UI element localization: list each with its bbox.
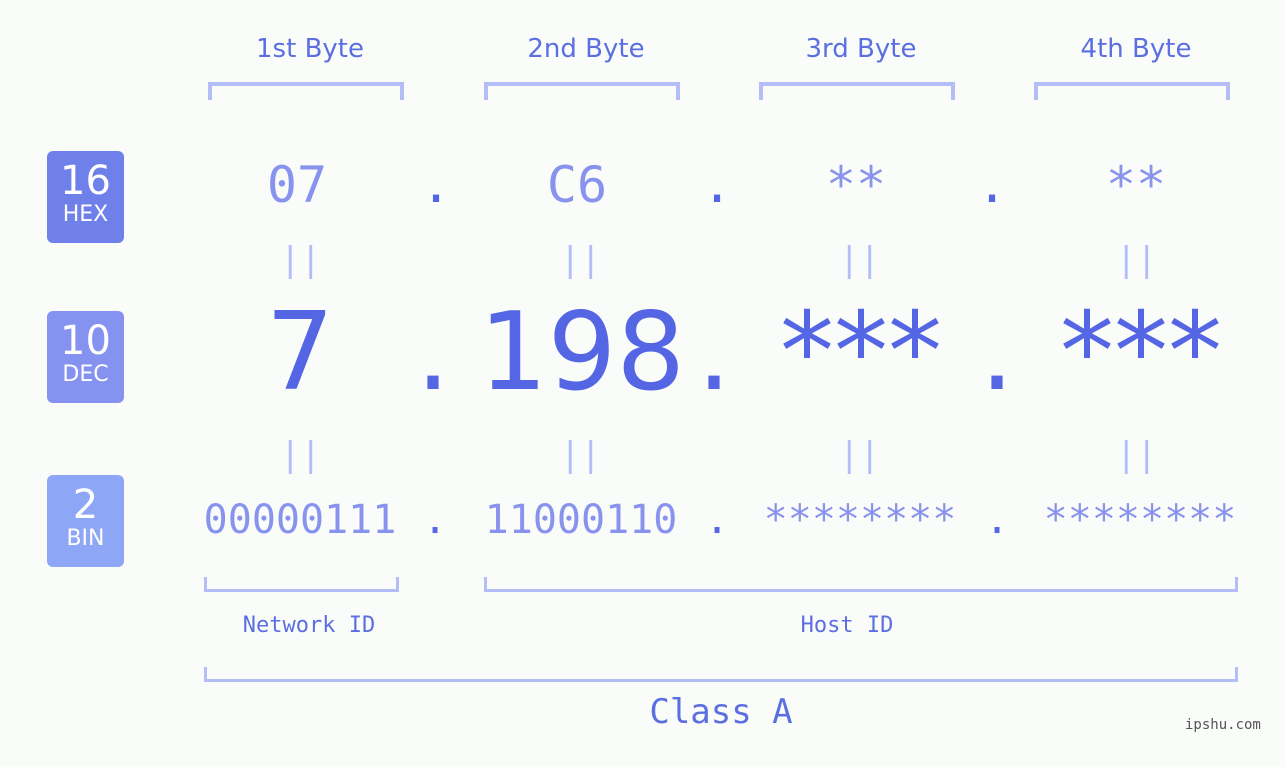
byte-header-3: 3rd Byte xyxy=(805,34,917,64)
hex-badge-label: HEX xyxy=(62,202,109,227)
host-id-label: Host ID xyxy=(800,613,894,638)
equals-dec-bin-4: || xyxy=(1116,435,1157,475)
byte-header-4: 4th Byte xyxy=(1080,34,1192,64)
byte-header-2: 2nd Byte xyxy=(527,34,645,64)
hex-badge: 16 HEX xyxy=(47,151,124,243)
equals-hex-dec-1: || xyxy=(280,240,321,280)
equals-dec-bin-3: || xyxy=(839,435,880,475)
equals-hex-dec-4: || xyxy=(1116,240,1157,280)
network-id-bracket xyxy=(204,577,399,592)
class-bracket xyxy=(204,667,1238,682)
equals-dec-bin-2: || xyxy=(560,435,601,475)
bin-badge: 2 BIN xyxy=(47,475,124,567)
byte-bracket-4 xyxy=(1034,82,1230,100)
dec-badge: 10 DEC xyxy=(47,311,124,403)
byte-bracket-3 xyxy=(759,82,955,100)
byte-bracket-2 xyxy=(484,82,680,100)
equals-dec-bin-1: || xyxy=(280,435,321,475)
hex-byte-4: ** xyxy=(1105,156,1167,214)
watermark: ipshu.com xyxy=(1185,717,1261,733)
byte-header-1: 1st Byte xyxy=(256,34,364,64)
dec-badge-label: DEC xyxy=(62,362,109,387)
bin-badge-label: BIN xyxy=(66,526,105,551)
dec-badge-number: 10 xyxy=(60,318,111,364)
byte-bracket-1 xyxy=(208,82,404,100)
bin-byte-4: ******** xyxy=(1043,497,1237,543)
class-label: Class A xyxy=(649,692,793,732)
dec-byte-4: *** xyxy=(1060,290,1222,415)
equals-hex-dec-3: || xyxy=(839,240,880,280)
hex-badge-number: 16 xyxy=(60,158,111,204)
network-id-label: Network ID xyxy=(242,613,376,638)
equals-hex-dec-2: || xyxy=(560,240,601,280)
bin-badge-number: 2 xyxy=(72,482,99,528)
host-id-bracket xyxy=(484,577,1238,592)
